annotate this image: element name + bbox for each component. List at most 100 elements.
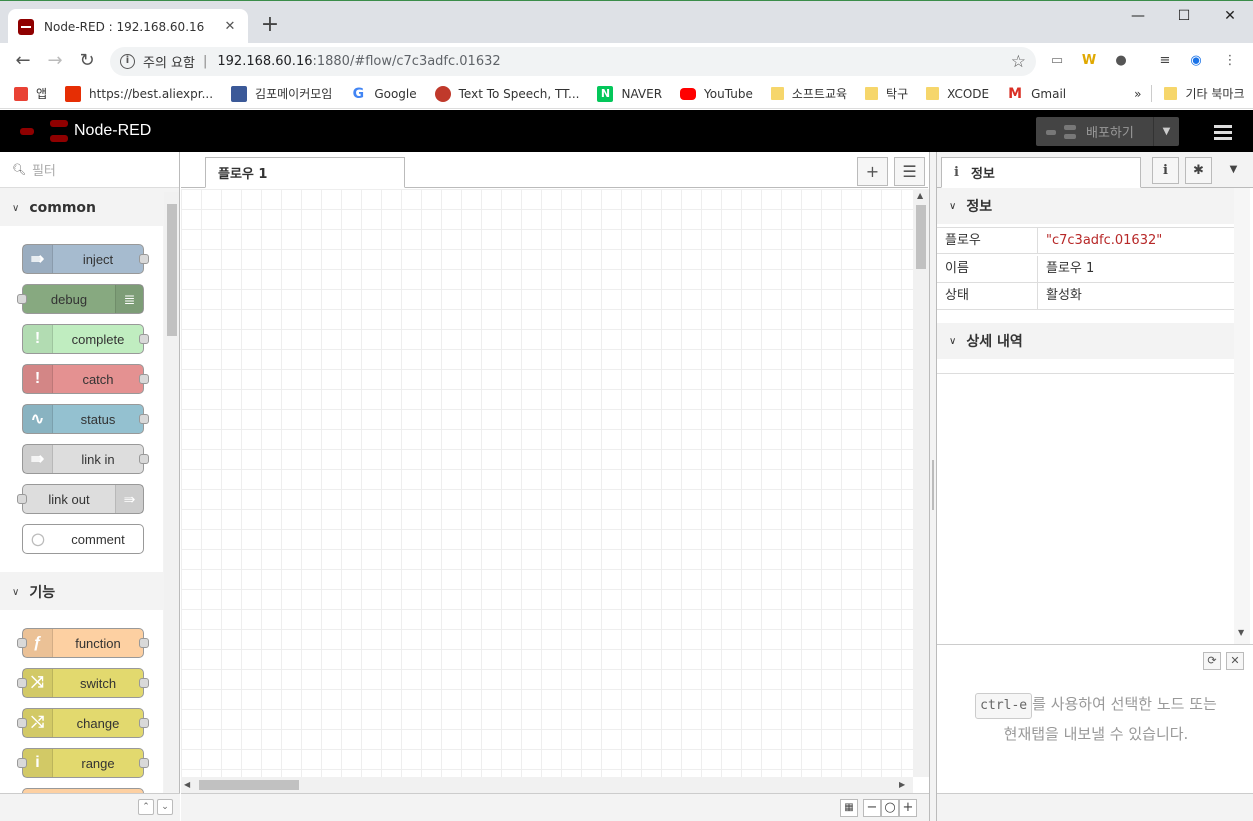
window-close-button[interactable]: ✕ [1207, 5, 1253, 27]
sidebar-resize-handle[interactable] [929, 152, 937, 821]
canvas-vertical-scrollbar[interactable]: ▲ [913, 189, 929, 777]
bookmark-gmail[interactable]: M Gmail [1007, 86, 1066, 102]
palette-scrollbar[interactable] [164, 192, 179, 792]
palette-node-change[interactable]: ⤭ change [17, 708, 149, 738]
input-port [17, 638, 27, 648]
add-flow-button[interactable]: + [857, 157, 888, 186]
apps-grid-icon [14, 86, 28, 101]
back-arrow-icon[interactable]: ← [11, 49, 35, 73]
resize-grip[interactable] [932, 460, 934, 510]
palette-node-function[interactable]: ƒ function [17, 628, 149, 658]
palette-filter-input[interactable]: 🔍︎ 필터 [0, 152, 179, 188]
address-bar[interactable]: i 주의 요함 | 192.168.60.16:1880/#flow/c7c3a… [110, 47, 1036, 76]
sidebar-scrollbar[interactable]: ▼ [1234, 188, 1250, 644]
palette-node-status[interactable]: ∿ status [22, 404, 149, 434]
scrollbar-thumb[interactable] [199, 780, 299, 790]
expand-all-icon[interactable]: ⌄ [157, 799, 173, 815]
bookmark-facebook[interactable]: 김포메이커모임 [231, 85, 332, 102]
profile-extension-icon[interactable]: ◉ [1188, 53, 1204, 69]
tab-flow-1[interactable]: 플로우 1 [205, 157, 405, 188]
details-section-header[interactable]: ∨ 상세 내역 [937, 323, 1234, 359]
bookmark-tts[interactable]: Text To Speech, TT... [434, 85, 579, 102]
chevron-down-icon: ∨ [12, 202, 20, 214]
scroll-right-arrow-icon[interactable]: ▶ [899, 780, 905, 789]
media-playlist-icon[interactable]: ≡ [1157, 53, 1173, 69]
bookmark-label: 기타 북마크 [1185, 87, 1245, 101]
main-menu-hamburger-icon[interactable] [1214, 125, 1232, 143]
palette-node-comment[interactable]: ◯ comment [22, 524, 144, 554]
tip-line-2: 현재탭을 내보낼 수 있습니다. [1003, 725, 1189, 743]
debug-bug-icon[interactable]: ✱ [1185, 157, 1212, 184]
details-section-title: 상세 내역 [966, 334, 1023, 350]
scroll-up-arrow-icon[interactable]: ▲ [917, 191, 923, 200]
reload-icon[interactable]: ↻ [75, 49, 99, 73]
flow-list-button[interactable]: ☰ [894, 157, 925, 186]
palette-category-function[interactable]: ∨ 기능 [0, 574, 163, 610]
scroll-left-arrow-icon[interactable]: ◀ [184, 780, 190, 789]
palette-category-common[interactable]: ∨ common [0, 190, 163, 226]
info-value: 활성화 [1046, 288, 1082, 303]
bookmark-star-icon[interactable]: ☆ [1011, 52, 1026, 72]
bookmark-aliexpress[interactable]: https://best.aliexpr... [65, 85, 213, 102]
zoom-out-button[interactable]: − [863, 799, 881, 817]
deploy-button[interactable]: 배포하기 ▼ [1036, 117, 1179, 146]
navigator-map-icon[interactable]: ▦ [840, 799, 858, 817]
bookmark-apps[interactable]: 앱 [14, 85, 47, 102]
folder-icon [926, 87, 940, 100]
bookmark-google[interactable]: G Google [350, 85, 417, 102]
bookmark-label: 앱 [36, 87, 48, 101]
browser-toolbar: ← → ↻ i 주의 요함 | 192.168.60.16:1880/#flow… [0, 43, 1253, 79]
close-tip-icon[interactable]: ✕ [1226, 652, 1244, 670]
node-label: switch [79, 675, 117, 691]
w-extension-icon[interactable]: W [1081, 53, 1097, 69]
info-icon[interactable]: i [120, 54, 135, 69]
bookmark-folder-xcode[interactable]: XCODE [926, 87, 989, 101]
forward-arrow-icon[interactable]: → [43, 49, 67, 73]
close-tab-icon[interactable]: ✕ [222, 19, 238, 34]
chevron-down-icon: ∨ [949, 200, 957, 212]
chat-extension-icon[interactable]: ● [1113, 53, 1129, 69]
refresh-tip-icon[interactable]: ⟳ [1203, 652, 1221, 670]
info-tab-icon[interactable]: i [1152, 157, 1179, 184]
palette-node-complete[interactable]: ! complete [22, 324, 149, 354]
palette-node-catch[interactable]: ! catch [22, 364, 149, 394]
bookmark-youtube[interactable]: YouTube [680, 87, 753, 101]
kebab-menu-icon[interactable]: ⋮ [1222, 53, 1238, 69]
maximize-button[interactable]: ☐ [1161, 5, 1207, 27]
bookmark-naver[interactable]: N NAVER [597, 85, 662, 102]
info-section-header[interactable]: ∨ 정보 [937, 188, 1234, 224]
canvas-horizontal-scrollbar[interactable]: ◀ ▶ [181, 777, 913, 793]
node-label: status [80, 411, 116, 427]
browser-tab[interactable]: Node-RED : 192.168.60.16 ✕ [8, 9, 248, 44]
sidebar-menu-caret-icon[interactable]: ▼ [1220, 157, 1247, 184]
minimize-button[interactable]: — [1115, 5, 1161, 27]
deploy-dropdown-caret-icon[interactable]: ▼ [1153, 117, 1179, 146]
naver-icon: N [597, 85, 614, 102]
link-in-icon: ⇛ [23, 445, 53, 473]
new-tab-button[interactable]: + [258, 13, 282, 37]
output-port [139, 414, 149, 424]
scrollbar-thumb[interactable] [167, 204, 177, 336]
palette-node-link-out[interactable]: link out ⇛ [17, 484, 144, 514]
cast-extension-icon[interactable]: ▭ [1049, 53, 1065, 69]
palette-filter-placeholder: 필터 [31, 164, 56, 179]
flow-canvas[interactable] [181, 189, 913, 777]
scrollbar-thumb[interactable] [916, 205, 926, 269]
security-warning[interactable]: 주의 요함 [143, 52, 195, 71]
palette-node-inject[interactable]: ⇛ inject [22, 244, 149, 274]
tab-info[interactable]: i 정보 [941, 157, 1141, 188]
collapse-all-icon[interactable]: ⌃ [138, 799, 154, 815]
palette-node-link-in[interactable]: ⇛ link in [22, 444, 149, 474]
other-bookmarks[interactable]: 기타 북마크 [1151, 85, 1245, 102]
palette-node-debug[interactable]: debug ≣ [17, 284, 144, 314]
bookmark-label: 탁구 [886, 87, 909, 101]
palette-node-range[interactable]: i range [17, 748, 149, 778]
bookmark-folder-tabletennis[interactable]: 탁구 [865, 85, 908, 102]
bookmark-folder-soft[interactable]: 소프트교육 [770, 85, 847, 102]
zoom-reset-button[interactable]: ○ [881, 799, 899, 817]
debug-list-icon: ≣ [115, 285, 143, 313]
scroll-down-arrow-icon[interactable]: ▼ [1238, 628, 1244, 637]
more-bookmarks-button[interactable]: » [1134, 87, 1141, 101]
zoom-in-button[interactable]: + [899, 799, 917, 817]
palette-node-switch[interactable]: ⤨ switch [17, 668, 149, 698]
